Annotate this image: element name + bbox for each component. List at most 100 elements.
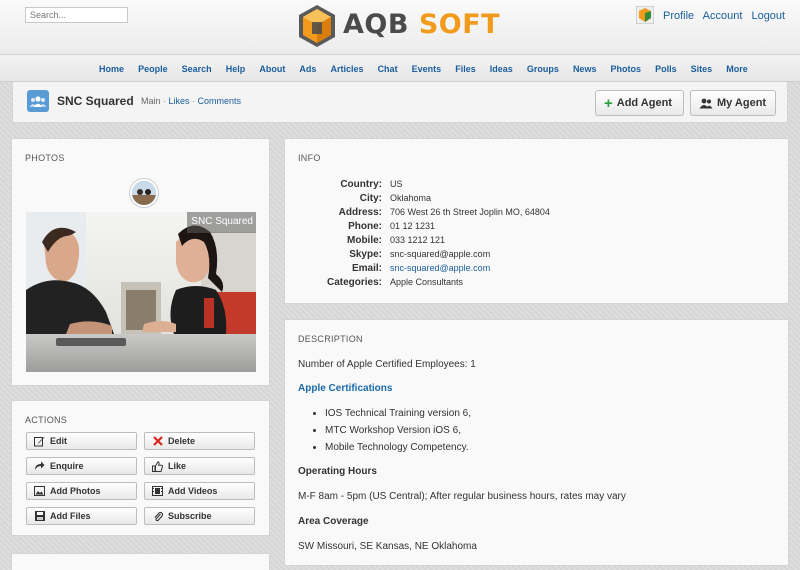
users-icon bbox=[699, 98, 713, 108]
nav-home[interactable]: Home bbox=[99, 64, 124, 74]
info-label: Mobile: bbox=[347, 235, 382, 246]
info-label: Email: bbox=[351, 263, 382, 274]
nav-sites[interactable]: Sites bbox=[691, 64, 713, 74]
picture-icon bbox=[34, 486, 45, 497]
list-item: MTC Workshop Version iOS 6, bbox=[325, 425, 471, 442]
logo-hexagon-icon bbox=[299, 5, 335, 47]
delete-button[interactable]: Delete bbox=[144, 432, 255, 450]
enquire-label: Enquire bbox=[50, 461, 84, 471]
top-bar: AQB SOFT Profile Account Logout bbox=[0, 0, 800, 55]
description-title: DESCRIPTION bbox=[298, 334, 363, 344]
add-agent-label: Add Agent bbox=[616, 97, 672, 109]
info-value: snc-squared@apple.com bbox=[390, 249, 491, 259]
add-photos-button[interactable]: Add Photos bbox=[26, 482, 137, 500]
lower-left-panel bbox=[11, 553, 270, 570]
info-value: Oklahoma bbox=[390, 193, 432, 203]
enquire-button[interactable]: Enquire bbox=[26, 457, 137, 475]
photos-panel: PHOTOS SNC Squared bbox=[11, 138, 270, 386]
info-label: Skype: bbox=[349, 249, 382, 260]
email-link[interactable]: snc-squared@apple.com bbox=[390, 263, 490, 273]
nav-people[interactable]: People bbox=[138, 64, 168, 74]
account-links: Profile Account Logout bbox=[663, 10, 791, 22]
info-value: 033 1212 121 bbox=[390, 235, 446, 245]
user-avatar-icon[interactable] bbox=[636, 6, 654, 24]
info-row-mobile: Mobile: 033 1212 121 bbox=[285, 235, 790, 249]
certifications-heading: Apple Certifications bbox=[298, 383, 393, 394]
tab-main[interactable]: Main bbox=[141, 96, 161, 106]
info-row-skype: Skype: snc-squared@apple.com bbox=[285, 249, 790, 263]
nav-ads[interactable]: Ads bbox=[299, 64, 316, 74]
nav-more[interactable]: More bbox=[726, 64, 748, 74]
add-agent-button[interactable]: + Add Agent bbox=[595, 90, 684, 116]
coverage-text: SW Missouri, SE Kansas, NE Oklahoma bbox=[298, 541, 477, 552]
my-agent-button[interactable]: My Agent bbox=[690, 90, 776, 116]
subscribe-button[interactable]: Subscribe bbox=[144, 507, 255, 525]
nav-events[interactable]: Events bbox=[412, 64, 442, 74]
info-label: Categories: bbox=[326, 277, 382, 288]
actions-title: ACTIONS bbox=[25, 415, 68, 425]
info-value: Apple Consultants bbox=[390, 277, 464, 287]
brand-logo[interactable]: AQB SOFT bbox=[297, 2, 507, 48]
nav-about[interactable]: About bbox=[259, 64, 285, 74]
close-icon bbox=[152, 436, 163, 447]
nav-chat[interactable]: Chat bbox=[378, 64, 398, 74]
list-item: Mobile Technology Competency. bbox=[325, 442, 471, 459]
brand-part2: SOFT bbox=[408, 9, 501, 40]
profile-thumbnail[interactable] bbox=[130, 179, 158, 207]
nav-groups[interactable]: Groups bbox=[527, 64, 559, 74]
actions-panel: ACTIONS Edit Delete Enquire Like Add Pho… bbox=[11, 400, 270, 536]
info-row-city: City: Oklahoma bbox=[285, 193, 790, 207]
nav-files[interactable]: Files bbox=[455, 64, 476, 74]
nav-ideas[interactable]: Ideas bbox=[490, 64, 513, 74]
nav-articles[interactable]: Articles bbox=[330, 64, 363, 74]
like-label: Like bbox=[168, 461, 187, 471]
page-header: SNC Squared Main · Likes · Comments + Ad… bbox=[12, 82, 788, 123]
edit-button[interactable]: Edit bbox=[26, 432, 137, 450]
add-videos-button[interactable]: Add Videos bbox=[144, 482, 255, 500]
search-input[interactable] bbox=[25, 7, 128, 23]
info-title: INFO bbox=[298, 153, 321, 163]
edit-icon bbox=[34, 436, 45, 447]
add-files-button[interactable]: Add Files bbox=[26, 507, 137, 525]
info-value: 01 12 1231 bbox=[390, 221, 436, 231]
film-icon bbox=[152, 486, 163, 497]
nav-polls[interactable]: Polls bbox=[655, 64, 677, 74]
certifications-list: IOS Technical Training version 6, MTC Wo… bbox=[325, 408, 471, 459]
share-arrow-icon bbox=[34, 461, 45, 472]
list-item: IOS Technical Training version 6, bbox=[325, 408, 471, 425]
info-label: Address: bbox=[338, 207, 382, 218]
subtabs: Main · Likes · Comments bbox=[141, 96, 241, 106]
nav-help[interactable]: Help bbox=[226, 64, 246, 74]
paperclip-icon bbox=[152, 511, 163, 522]
brand-part1: AQB bbox=[343, 9, 409, 40]
main-nav: Home People Search Help About Ads Articl… bbox=[0, 55, 800, 82]
hours-heading: Operating Hours bbox=[298, 466, 377, 477]
account-link[interactable]: Account bbox=[703, 10, 743, 22]
profile-photo[interactable]: SNC Squared bbox=[26, 212, 256, 372]
employees-text: Number of Apple Certified Employees: 1 bbox=[298, 359, 476, 370]
nav-news[interactable]: News bbox=[573, 64, 597, 74]
like-button[interactable]: Like bbox=[144, 457, 255, 475]
profile-link[interactable]: Profile bbox=[663, 10, 694, 22]
brand-name: AQB SOFT bbox=[343, 9, 500, 40]
hours-text: M-F 8am - 5pm (US Central); After regula… bbox=[298, 491, 626, 502]
info-label: City: bbox=[359, 193, 382, 204]
tab-separator: · bbox=[189, 96, 198, 106]
description-panel: DESCRIPTION Number of Apple Certified Em… bbox=[284, 319, 789, 566]
coverage-heading: Area Coverage bbox=[298, 516, 369, 527]
tab-comments[interactable]: Comments bbox=[198, 96, 242, 106]
nav-photos[interactable]: Photos bbox=[611, 64, 642, 74]
thumbs-up-icon bbox=[152, 460, 163, 472]
info-row-country: Country: US bbox=[285, 179, 790, 193]
info-label: Phone: bbox=[348, 221, 382, 232]
info-label: Country: bbox=[340, 179, 382, 190]
delete-label: Delete bbox=[168, 436, 196, 446]
my-agent-label: My Agent bbox=[717, 97, 767, 109]
page-title: SNC Squared bbox=[57, 94, 134, 108]
photo-caption: SNC Squared bbox=[187, 212, 256, 233]
logout-link[interactable]: Logout bbox=[751, 10, 785, 22]
edit-label: Edit bbox=[50, 436, 67, 446]
tab-likes[interactable]: Likes bbox=[169, 96, 190, 106]
nav-search[interactable]: Search bbox=[182, 64, 212, 74]
info-row-phone: Phone: 01 12 1231 bbox=[285, 221, 790, 235]
